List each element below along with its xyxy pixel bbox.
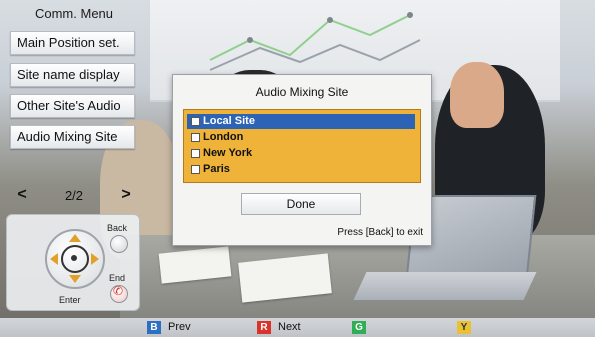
checkbox-icon[interactable] (191, 117, 200, 126)
comm-menu-title: Comm. Menu (34, 6, 114, 21)
laptop-keyboard (353, 272, 537, 300)
site-item-paris[interactable]: Paris (187, 162, 415, 177)
enter-label: Enter (59, 295, 81, 305)
prev-page-arrow-icon[interactable]: < (10, 186, 34, 204)
yellow-key-button[interactable]: Y (457, 321, 471, 334)
next-page-arrow-icon[interactable]: > (114, 186, 138, 204)
dpad-down-icon[interactable] (69, 275, 81, 283)
checkbox-icon[interactable] (191, 165, 200, 174)
blue-key-button[interactable]: B (147, 321, 161, 334)
menu-item-other-sites-audio[interactable]: Other Site's Audio (10, 94, 135, 118)
person-right-face (450, 62, 504, 128)
menu-item-audio-mixing-site[interactable]: Audio Mixing Site (10, 125, 135, 149)
end-call-button[interactable]: ✆ (110, 284, 128, 303)
red-key-button[interactable]: R (257, 321, 271, 334)
end-call-icon: ✆ (113, 284, 124, 298)
screen: Comm. Menu Main Position set. Site name … (0, 0, 595, 337)
site-item-local[interactable]: Local Site (187, 114, 415, 129)
dialog-title: Audio Mixing Site (255, 85, 349, 99)
back-button[interactable] (110, 235, 128, 253)
site-item-london[interactable]: London (187, 130, 415, 145)
dpad-up-icon[interactable] (69, 234, 81, 242)
red-key-label: Next (278, 321, 301, 333)
checkbox-icon[interactable] (191, 149, 200, 158)
site-item-new-york[interactable]: New York (187, 146, 415, 161)
menu-item-main-position[interactable]: Main Position set. (10, 31, 135, 55)
dpad[interactable] (45, 229, 105, 289)
audio-mixing-dialog: Audio Mixing Site Local Site London New … (172, 74, 432, 246)
green-key-button[interactable]: G (352, 321, 366, 334)
back-label: Back (107, 223, 128, 233)
end-label: End (109, 273, 126, 283)
site-item-label: New York (203, 147, 253, 159)
exit-hint: Press [Back] to exit (337, 227, 423, 238)
checkbox-icon[interactable] (191, 133, 200, 142)
dpad-right-icon[interactable] (91, 253, 99, 265)
enter-dot-icon (71, 255, 77, 261)
site-list: Local Site London New York Paris (183, 109, 421, 183)
site-item-label: London (203, 131, 244, 143)
page-indicator: 2/2 (64, 187, 84, 203)
remote-pad-panel: Enter Back End ✆ (6, 214, 140, 311)
color-key-bar: B Prev R Next G Y (0, 318, 595, 337)
site-item-label: Paris (203, 163, 230, 175)
menu-pager: < 2/2 > (10, 180, 138, 210)
site-item-label: Local Site (203, 115, 255, 127)
dpad-left-icon[interactable] (50, 253, 58, 265)
blue-key-label: Prev (168, 321, 191, 333)
done-button[interactable]: Done (241, 193, 361, 215)
menu-item-site-name-display[interactable]: Site name display (10, 63, 135, 87)
